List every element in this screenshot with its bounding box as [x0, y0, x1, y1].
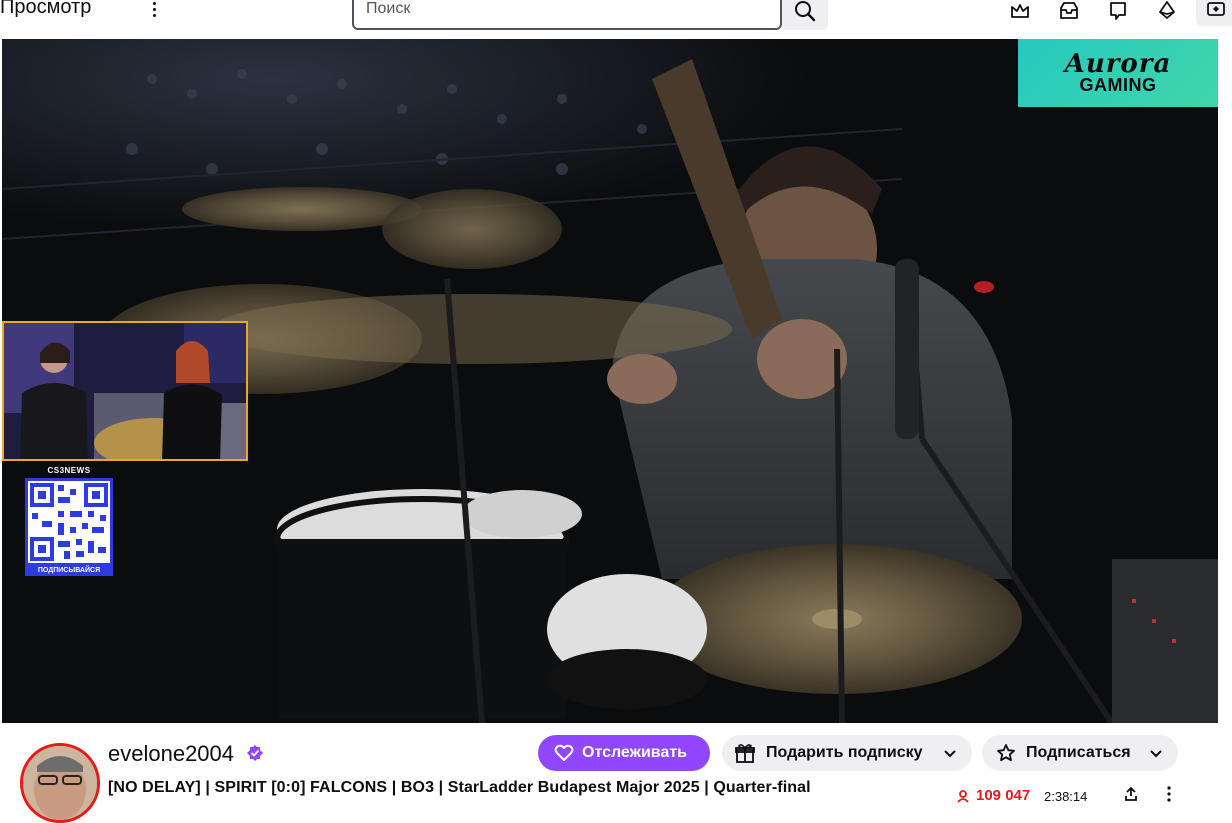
sponsor-logo: Aurora GAMING: [1018, 39, 1218, 107]
chevron-down-icon: [1150, 750, 1162, 758]
qr-overlay: CS3NEWS ПОДПИСЫВАЙСЯ: [24, 466, 114, 580]
viewer-count: 109 047: [956, 787, 1030, 804]
share-icon[interactable]: [1124, 787, 1138, 801]
search-input[interactable]: [366, 0, 768, 18]
star-icon: [997, 744, 1015, 762]
chat-bubble-icon[interactable]: [1107, 0, 1129, 22]
subscribe-button[interactable]: Подписаться: [982, 735, 1178, 771]
search-box: [352, 0, 782, 30]
subscribe-label: Подписаться: [1026, 744, 1131, 761]
search-button[interactable]: [782, 0, 828, 30]
sponsor-logo-script: Aurora: [1064, 49, 1172, 79]
crown-icon[interactable]: [1009, 0, 1031, 22]
chevron-down-icon: [944, 750, 956, 758]
channel-name[interactable]: evelone2004: [108, 741, 234, 767]
webcam-overlay: [2, 321, 248, 461]
qr-code-icon: [25, 478, 113, 566]
browse-link[interactable]: Просмотр: [0, 0, 91, 19]
sponsor-logo-word: GAMING: [1079, 75, 1157, 95]
top-navigation-bar: Просмотр: [0, 0, 1232, 38]
follow-label: Отслеживать: [582, 744, 687, 761]
more-vertical-icon[interactable]: [143, 0, 165, 24]
verified-badge-icon: [247, 745, 263, 761]
heart-icon: [554, 744, 574, 761]
bits-icon[interactable]: [1156, 0, 1178, 22]
gift-label: Подарить подписку: [766, 744, 923, 761]
more-options-icon[interactable]: [1160, 785, 1178, 803]
search-icon: [795, 1, 816, 22]
inbox-icon[interactable]: [1058, 0, 1080, 22]
stream-uptime: 2:38:14: [1044, 789, 1088, 804]
stream-title: [NO DELAY] | SPIRIT [0:0] FALCONS | BO3 …: [108, 779, 811, 796]
qr-caption: ПОДПИСЫВАЙСЯ: [25, 566, 113, 576]
prime-loot-icon[interactable]: [1196, 0, 1232, 26]
avatar[interactable]: [20, 743, 100, 823]
viewer-icon: [957, 789, 969, 803]
qr-title: CS3NEWS: [47, 466, 91, 475]
video-player[interactable]: Aurora GAMING CS3NEWS ПОДПИСЫВАЙСЯ: [2, 39, 1218, 723]
channel-info-bar: evelone2004 [NO DELAY] | SPIRIT [0:0] FA…: [0, 723, 1232, 823]
viewer-count-value: 109 047: [976, 787, 1031, 804]
webcam-image: [4, 323, 246, 459]
follow-button[interactable]: Отслеживать: [538, 735, 710, 771]
gift-icon: [735, 744, 755, 763]
gift-subscription-button[interactable]: Подарить подписку: [722, 735, 972, 771]
